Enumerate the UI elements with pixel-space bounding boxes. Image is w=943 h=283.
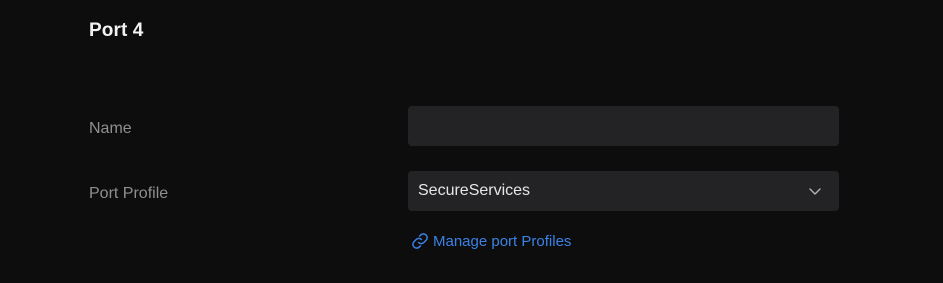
port-profile-selected-value: SecureServices (418, 182, 531, 199)
port-settings-panel: Port 4 Name Port Profile SecureServices … (0, 0, 943, 283)
link-icon (410, 231, 430, 251)
name-label: Name (89, 120, 132, 137)
name-input[interactable] (408, 106, 839, 146)
port-profile-label: Port Profile (89, 185, 169, 202)
manage-port-profiles-label: Manage port Profiles (433, 232, 572, 250)
page-title: Port 4 (89, 20, 144, 41)
chevron-down-icon (807, 183, 823, 199)
port-profile-select[interactable]: SecureServices (408, 171, 839, 211)
manage-port-profiles-link[interactable]: Manage port Profiles (410, 231, 571, 251)
